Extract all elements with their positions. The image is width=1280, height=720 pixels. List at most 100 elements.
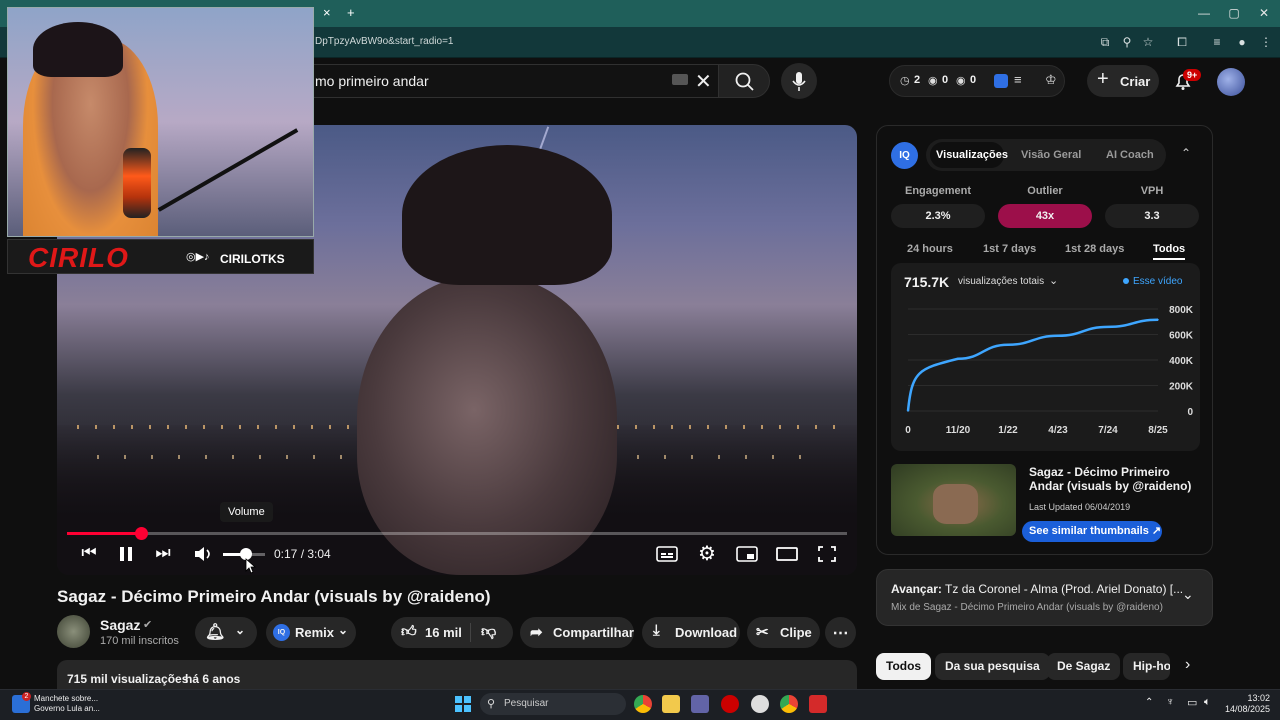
windows-start-icon[interactable] [455,696,471,712]
remix-button[interactable]: IQ Remix ⌄ [266,617,356,648]
metric-vph-value: 3.3 [1105,204,1199,228]
video-title: Sagaz - Décimo Primeiro Andar (visuals b… [57,587,491,606]
maximize-icon[interactable]: ▢ [1223,6,1245,20]
volume-icon[interactable] [193,545,213,563]
zoom-icon[interactable]: ⚲ [1119,35,1135,49]
news-headline-2[interactable]: Governo Lula an... [34,704,100,714]
tab-ai-coach[interactable]: AI Coach [1106,149,1154,161]
close-window-icon[interactable]: ✕ [1253,6,1275,20]
keyboard-icon[interactable] [672,74,688,85]
like-count[interactable]: 16 mil [425,625,462,640]
minimize-icon[interactable]: — [1193,6,1215,20]
app-icon[interactable] [809,695,827,713]
extensions-icon[interactable]: ⧠ [1174,35,1190,50]
like-icon[interactable]: 👍︎ [401,623,417,641]
search-query[interactable]: mo primeiro andar [315,73,429,89]
app-icon[interactable] [721,695,739,713]
tab-close-icon[interactable]: × [323,5,331,20]
dislike-icon[interactable]: 👎︎ [481,623,496,641]
create-button[interactable]: + Criar [1087,65,1159,97]
taskbar-search[interactable]: ⚲ Pesquisar [480,693,626,715]
network-icon[interactable]: ▭ [1187,696,1197,709]
url-text[interactable]: DpTpzyAvBW9o&start_radio=1 [315,36,454,47]
related-title[interactable]: Sagaz - Décimo Primeiro Andar (visuals b… [1029,465,1204,493]
vidiq-icon[interactable] [994,74,1008,88]
search-icon: ⚲ [487,698,496,710]
volume-slider[interactable] [223,548,265,560]
more-actions-button[interactable]: ⋯ [825,617,856,648]
chip-todos[interactable]: Todos [876,653,932,680]
clear-search-icon[interactable]: ✕ [695,69,712,94]
chrome-icon[interactable] [634,695,652,713]
tab-visualizacoes[interactable]: Visualizações [936,149,1008,161]
browser-menu-icon[interactable]: ⋮ [1258,35,1274,49]
metric-outlier-value: 43x [998,204,1092,228]
previous-icon[interactable]: ⏮ [76,543,102,563]
chip-hip-hop[interactable]: Hip-ho [1123,653,1170,680]
subtitles-icon[interactable] [656,546,678,562]
subscription-bell-button[interactable]: 🔔︎ ⌄ [195,617,257,648]
chevron-down-icon[interactable]: ⌄ [1182,586,1194,603]
trophy-icon[interactable]: ♔ [1045,72,1057,88]
search-button[interactable] [718,64,770,98]
microphone-icon [792,72,806,91]
download-label: Download [675,625,738,640]
range-7-days[interactable]: 1st 7 days [983,243,1036,255]
series-point [957,357,959,360]
seek-bar[interactable] [67,527,847,540]
new-tab-icon[interactable]: + [347,5,355,20]
next-icon[interactable]: ⏭ [150,543,176,563]
download-button[interactable]: ⤓ Download [642,617,740,648]
range-28-days[interactable]: 1st 28 days [1065,243,1124,255]
playback-time: 0:17 / 3:04 [274,547,331,561]
share-label: Compartilhar [553,625,634,640]
bookmark-star-icon[interactable]: ☆ [1140,35,1156,49]
mic-tray-icon[interactable]: ♆ [1166,696,1174,708]
x-tick-label: 0 [905,425,911,436]
y-tick-label: 600K [1169,331,1194,342]
next-up-box[interactable] [876,569,1213,626]
chip-de-sagaz[interactable]: De Sagaz [1047,653,1121,680]
settings-gear-icon[interactable]: ⚙ [694,541,720,566]
teams-icon[interactable] [691,695,709,713]
theater-mode-icon[interactable] [776,547,798,561]
profile-icon[interactable]: ● [1234,35,1250,49]
list-icon[interactable]: ≡ [1014,72,1022,87]
channel-avatar[interactable] [57,615,90,648]
mouse-cursor-icon [245,558,257,574]
next-up-line[interactable]: Avançar: Tz da Coronel - Alma (Prod. Ari… [891,582,1183,596]
chip-da-sua-pesquisa[interactable]: Da sua pesquisa [935,653,1050,680]
account-avatar[interactable] [1217,68,1245,96]
obs-icon[interactable] [751,695,769,713]
next-up-title: Tz da Coronel - Alma (Prod. Ariel Donato… [945,582,1184,596]
taskbar-clock[interactable]: 13:02 14/08/2025 [1222,693,1270,715]
tab-visao-geral[interactable]: Visão Geral [1021,149,1081,161]
range-todos[interactable]: Todos [1153,243,1186,260]
chevron-right-icon[interactable]: › [1185,656,1190,674]
voice-search-button[interactable] [781,63,817,99]
tray-chevron-icon[interactable]: ⌃ [1145,697,1153,708]
video-person-hair [402,145,612,285]
channel-name[interactable]: Sagaz [100,617,140,633]
seek-handle[interactable] [135,527,149,540]
speaker-icon[interactable]: 🔈︎ [1204,696,1211,709]
media-control-icon[interactable]: ≡ [1209,35,1225,49]
thumbnail-person [933,484,978,524]
miniplayer-icon[interactable] [736,546,758,562]
pause-icon[interactable] [119,546,133,562]
range-24-hours[interactable]: 24 hours [907,243,953,255]
share-button[interactable]: ➦ Compartilhar [520,617,634,648]
install-app-icon[interactable]: ⧉ [1097,35,1113,50]
fullscreen-icon[interactable] [818,546,836,562]
series-line-esse-video [906,318,1159,412]
clip-button[interactable]: ✂ Clipe [747,617,820,648]
related-thumbnail[interactable] [891,464,1016,536]
vidiq-stats-pill[interactable]: ◷ 2 ◉ 0 ◉ 0 ≡ ♔ [889,65,1065,97]
microphone-prop [123,148,151,218]
similar-thumbnails-button[interactable]: See similar thumbnails ↗ [1022,521,1162,542]
streamer-banner: CIRILO ◎▶♪ CIRILOTKS [7,239,314,274]
file-explorer-icon[interactable] [662,695,680,713]
chrome-icon[interactable] [780,695,798,713]
collapse-chevron-icon[interactable]: ⌃ [1181,146,1191,160]
news-headline-1[interactable]: Manchete sobre... [34,694,98,704]
